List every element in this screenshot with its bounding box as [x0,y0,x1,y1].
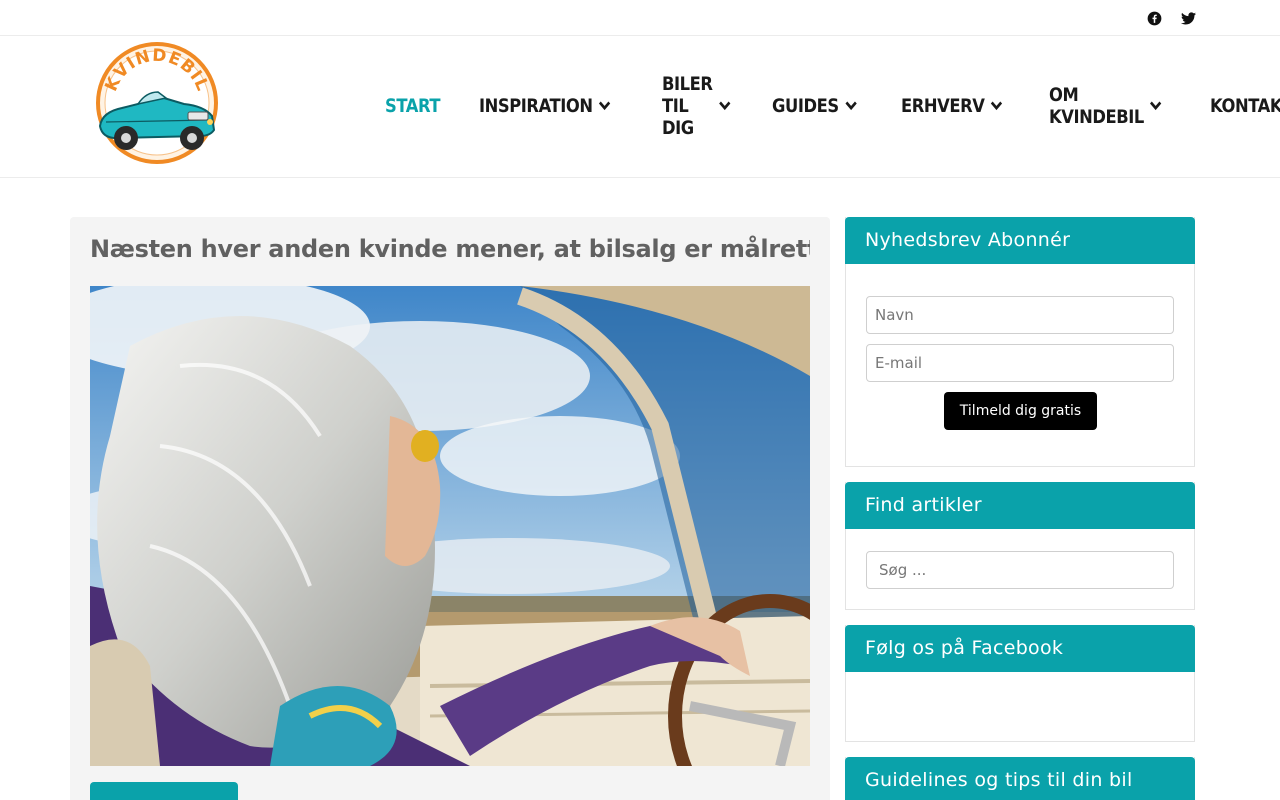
nav-item-kontakt[interactable]: KONTAKT [1210,95,1280,117]
twitter-icon[interactable] [1179,9,1197,27]
chevron-down-icon [990,101,1002,111]
search-input[interactable] [866,551,1174,589]
nav-item-om-kvindebil[interactable]: OM KVINDEBIL [1049,84,1162,128]
nav-item-guides[interactable]: GUIDES [772,95,857,117]
nav-label: BILER TIL DIG [662,73,713,139]
nav-label: KONTAKT [1209,95,1280,117]
subscribe-button[interactable]: Tilmeld dig gratis [944,392,1097,430]
chevron-down-icon [599,101,611,111]
newsletter-widget: Nyhedsbrev Abonnér Tilmeld dig gratis [845,217,1195,467]
kvindebil-logo[interactable]: KVINDEBIL [92,42,222,164]
newsletter-title: Nyhedsbrev Abonnér [845,217,1195,264]
name-input[interactable] [866,296,1174,334]
main-navigation: START INSPIRATION BILER TIL DIG GUIDES E… [370,73,1280,139]
nav-item-erhverv[interactable]: ERHVERV [901,95,1003,117]
site-header: KVINDEBIL START INSPIRATION BILER TIL DI… [0,36,1280,178]
facebook-widget: Følg os på Facebook [845,625,1195,742]
nav-item-biler-til-dig[interactable]: BILER TIL DIG [662,73,731,139]
guides-widget-title: Guidelines og tips til din bil [845,757,1195,800]
post-title[interactable]: Næsten hver anden kvinde mener, at bilsa… [90,235,810,263]
post-featured-image[interactable] [90,286,810,766]
guides-widget: Guidelines og tips til din bil [845,757,1195,800]
read-more-button[interactable] [90,782,238,800]
nav-label: INSPIRATION [479,95,593,117]
nav-item-inspiration[interactable]: INSPIRATION [479,95,611,117]
search-widget: Find artikler [845,482,1195,610]
nav-label: START [385,95,441,117]
chevron-down-icon [1149,101,1162,111]
email-input[interactable] [866,344,1174,382]
search-widget-title: Find artikler [845,482,1195,529]
nav-label: GUIDES [772,95,839,117]
post-card: Næsten hver anden kvinde mener, at bilsa… [70,217,830,800]
facebook-icon[interactable] [1145,9,1163,27]
top-bar [0,0,1280,36]
nav-item-start[interactable]: START [385,95,441,117]
nav-label: OM KVINDEBIL [1048,84,1144,128]
nav-label: ERHVERV [900,95,985,117]
facebook-widget-title: Følg os på Facebook [845,625,1195,672]
chevron-down-icon [719,101,731,111]
chevron-down-icon [845,101,857,111]
